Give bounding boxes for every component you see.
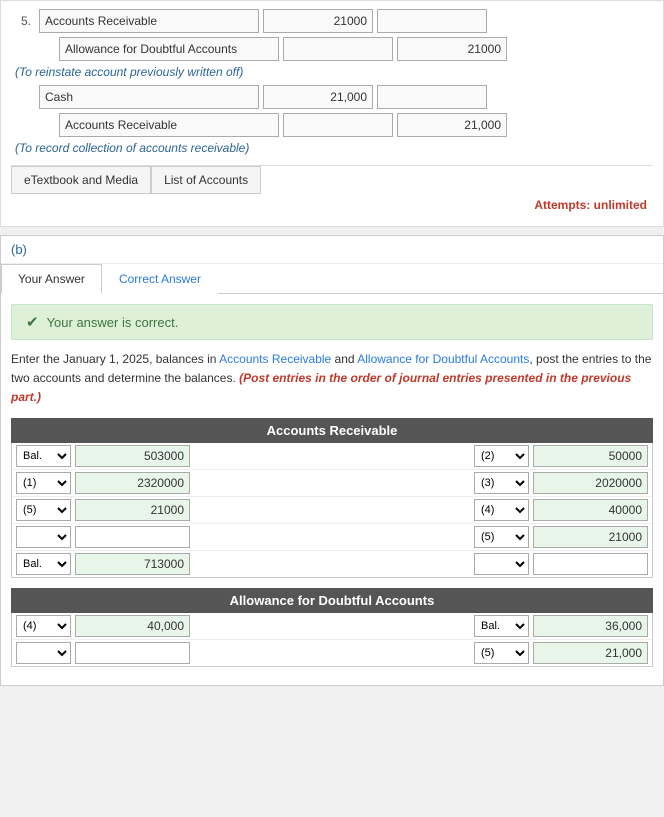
ar-right-select-2[interactable]: (3)(1)(2)(4)(5)	[474, 472, 529, 494]
ar-left-amount-1[interactable]	[75, 445, 190, 467]
correct-message: Your answer is correct.	[47, 315, 179, 330]
check-icon: ✔	[26, 313, 39, 331]
credit-4[interactable]	[397, 113, 507, 137]
ar-left-select-3[interactable]: (5)Bal.(1)(2)(3)(4)	[16, 499, 71, 521]
item-number: 5.	[11, 14, 31, 28]
debit-4[interactable]	[283, 113, 393, 137]
account-label-4[interactable]	[59, 113, 279, 137]
highlight-allowance: Allowance for Doubtful Accounts	[357, 352, 529, 366]
footer-links: eTextbook and Media List of Accounts	[11, 165, 653, 194]
credit-1[interactable]	[377, 9, 487, 33]
credit-2[interactable]	[397, 37, 507, 61]
item-5-header: 5.	[11, 9, 653, 33]
allowance-ledger-body: (4)Bal.(1)(2)(3)(5) Bal.(1)(2)(3)(4)(5) …	[11, 613, 653, 667]
etextbook-link[interactable]: eTextbook and Media	[11, 166, 151, 194]
ar-ledger-header: Accounts Receivable	[11, 418, 653, 443]
ar-left-amount-4[interactable]	[75, 526, 190, 548]
ar-left-select-1[interactable]: Bal.(1)(2)(3)(4)(5)	[16, 445, 71, 467]
tab-correct-answer[interactable]: Correct Answer	[102, 264, 218, 294]
ar-right-select-3[interactable]: (4)Bal.(1)(2)(3)(5)	[474, 499, 529, 521]
allowance-left-select-1[interactable]: (4)Bal.(1)(2)(3)(5)	[16, 615, 71, 637]
ar-left-amount-2[interactable]	[75, 472, 190, 494]
highlight-ar: Accounts Receivable	[219, 352, 331, 366]
ar-right-amount-4[interactable]	[533, 526, 648, 548]
ar-left-select-4[interactable]: Bal.(1)(2)(3)(4)(5)	[16, 526, 71, 548]
ar-row-2: (1)Bal.(2)(3)(4)(5) (3)(1)(2)(4)(5)	[12, 470, 652, 497]
ar-right-select-4[interactable]: (5)Bal.(1)(2)(3)(4)	[474, 526, 529, 548]
correct-banner: ✔ Your answer is correct.	[11, 304, 653, 340]
note-1: (To reinstate account previously written…	[15, 65, 653, 79]
section-b: (b) Your Answer Correct Answer ✔ Your an…	[0, 235, 664, 686]
ar-ledger-body: Bal.(1)(2)(3)(4)(5) (2)(1)(3)(4)(5) (1)B…	[11, 443, 653, 578]
ar-right-amount-3[interactable]	[533, 499, 648, 521]
ar-row-3: (5)Bal.(1)(2)(3)(4) (4)Bal.(1)(2)(3)(5)	[12, 497, 652, 524]
allowance-row-1: (4)Bal.(1)(2)(3)(5) Bal.(1)(2)(3)(4)(5)	[12, 613, 652, 640]
tab-your-answer[interactable]: Your Answer	[1, 264, 102, 294]
section-b-content: ✔ Your answer is correct. Enter the Janu…	[1, 304, 663, 685]
ar-left-select-5[interactable]: Bal.(1)(2)(3)(4)(5)	[16, 553, 71, 575]
ar-left-select-2[interactable]: (1)Bal.(2)(3)(4)(5)	[16, 472, 71, 494]
credit-3[interactable]	[377, 85, 487, 109]
tabs: Your Answer Correct Answer	[1, 264, 663, 294]
ar-row-5: Bal.(1)(2)(3)(4)(5) Bal.(1)(2)(3)(4)(5)	[12, 551, 652, 577]
item-5-row-4	[31, 113, 653, 137]
item-5-row-3	[11, 85, 653, 109]
item-5-row-2	[31, 37, 653, 61]
account-label-1[interactable]	[39, 9, 259, 33]
ar-left-amount-5[interactable]	[75, 553, 190, 575]
allowance-left-select-2[interactable]: Bal.(1)(2)(3)(4)(5)	[16, 642, 71, 664]
description-italic: (Post entries in the order of journal en…	[11, 371, 631, 404]
account-label-3[interactable]	[39, 85, 259, 109]
allowance-ledger-header: Allowance for Doubtful Accounts	[11, 588, 653, 613]
ar-row-4: Bal.(1)(2)(3)(4)(5) (5)Bal.(1)(2)(3)(4)	[12, 524, 652, 551]
ar-right-amount-2[interactable]	[533, 472, 648, 494]
allowance-left-amount-1[interactable]	[75, 615, 190, 637]
top-section: 5. (To reinstate account previously writ…	[0, 0, 664, 227]
allowance-right-amount-2[interactable]	[533, 642, 648, 664]
ar-right-amount-5[interactable]	[533, 553, 648, 575]
ar-right-select-1[interactable]: (2)(1)(3)(4)(5)	[474, 445, 529, 467]
ar-row-1: Bal.(1)(2)(3)(4)(5) (2)(1)(3)(4)(5)	[12, 443, 652, 470]
debit-1[interactable]	[263, 9, 373, 33]
allowance-right-amount-1[interactable]	[533, 615, 648, 637]
allowance-ledger: Allowance for Doubtful Accounts (4)Bal.(…	[11, 588, 653, 667]
account-label-2[interactable]	[59, 37, 279, 61]
allowance-right-select-2[interactable]: (5)Bal.(1)(2)(3)(4)	[474, 642, 529, 664]
debit-2[interactable]	[283, 37, 393, 61]
accounts-receivable-ledger: Accounts Receivable Bal.(1)(2)(3)(4)(5) …	[11, 418, 653, 578]
section-b-header: (b)	[1, 236, 663, 264]
list-of-accounts-link[interactable]: List of Accounts	[151, 166, 261, 194]
ar-left-amount-3[interactable]	[75, 499, 190, 521]
description-text: Enter the January 1, 2025, balances in A…	[1, 350, 663, 418]
allowance-row-2: Bal.(1)(2)(3)(4)(5) (5)Bal.(1)(2)(3)(4)	[12, 640, 652, 666]
allowance-left-amount-2[interactable]	[75, 642, 190, 664]
note-2: (To record collection of accounts receiv…	[15, 141, 653, 155]
ar-right-amount-1[interactable]	[533, 445, 648, 467]
ar-right-select-5[interactable]: Bal.(1)(2)(3)(4)(5)	[474, 553, 529, 575]
debit-3[interactable]	[263, 85, 373, 109]
allowance-right-select-1[interactable]: Bal.(1)(2)(3)(4)(5)	[474, 615, 529, 637]
attempts-value: unlimited	[594, 198, 647, 212]
attempts-line: Attempts: unlimited	[11, 194, 653, 216]
